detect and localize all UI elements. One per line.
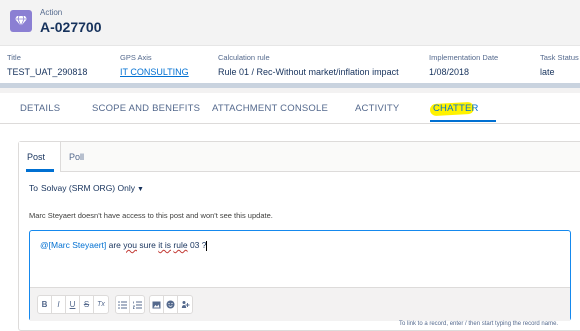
caret-down-icon: ▼ — [136, 186, 144, 193]
strikethrough-button[interactable]: S — [80, 296, 94, 313]
field-label: Title — [7, 53, 21, 62]
field-value: late — [540, 67, 555, 77]
bulleted-list-icon[interactable] — [116, 296, 130, 313]
record-tabs: DETAILS SCOPE AND BENEFITS ATTACHMENT CO… — [0, 93, 580, 123]
post-text: 03 ? — [187, 240, 207, 250]
audience-selector[interactable]: To Solvay (SRM ORG) Only ▼ — [29, 183, 144, 193]
misspelled-word: you — [123, 240, 137, 250]
access-warning: Marc Steyaert doesn't have access to thi… — [29, 211, 273, 220]
field-title: Title TEST_UAT_290818 — [7, 53, 87, 77]
highlights-panel: Title TEST_UAT_290818 GPS Axis IT CONSUL… — [0, 46, 580, 88]
emoji-icon[interactable] — [164, 296, 178, 313]
field-label: Task Status — [540, 53, 579, 62]
field-gps-axis: GPS Axis IT CONSULTING — [120, 53, 189, 77]
tab-scope-and-benefits[interactable]: SCOPE AND BENEFITS — [92, 103, 200, 114]
tab-chatter[interactable]: CHATTER — [433, 103, 479, 114]
italic-button[interactable]: I — [52, 296, 66, 313]
to-label: To — [29, 183, 38, 193]
publisher-tabs: Post Poll — [19, 142, 580, 172]
remove-formatting-button[interactable]: Tx — [94, 296, 108, 313]
tab-activity[interactable]: ACTIVITY — [355, 103, 399, 114]
misspelled-word: rule — [173, 240, 188, 250]
underline-button[interactable]: U — [66, 296, 80, 313]
list-group — [115, 295, 145, 314]
insert-group — [149, 295, 193, 314]
field-calculation-rule: Calculation rule Rule 01 / Rec-Without m… — [218, 53, 399, 77]
attachment-icon[interactable] — [178, 296, 192, 313]
field-label: GPS Axis — [120, 53, 152, 62]
chatter-publisher: Post Poll To Solvay (SRM ORG) Only ▼ Marc … — [18, 141, 580, 331]
post-body[interactable]: @[Marc Steyaert] are you sure it is rule… — [40, 240, 208, 251]
image-icon[interactable] — [150, 296, 164, 313]
tab-attachment-console[interactable]: ATTACHMENT CONSOLE — [212, 103, 328, 114]
record-name: A-027700 — [40, 19, 102, 35]
tab-post[interactable]: Post — [27, 152, 45, 162]
audience-value: Solvay (SRM ORG) Only — [40, 183, 135, 193]
tab-details[interactable]: DETAILS — [20, 103, 60, 114]
active-tab-indicator — [430, 120, 496, 122]
active-tab-indicator — [26, 169, 54, 172]
post-text: are — [106, 240, 124, 250]
field-value: 1/08/2018 — [429, 67, 470, 77]
gps-axis-link[interactable]: IT CONSULTING — [120, 67, 189, 77]
tab-poll[interactable]: Poll — [69, 152, 84, 162]
mention[interactable]: @[Marc Steyaert] — [40, 240, 106, 250]
bold-button[interactable]: B — [38, 296, 52, 313]
numbered-list-icon[interactable] — [130, 296, 144, 313]
field-label: Implementation Date — [429, 53, 499, 62]
post-editor[interactable]: @[Marc Steyaert] are you sure it is rule… — [29, 230, 571, 321]
post-text: sure — [137, 240, 159, 250]
text-cursor — [206, 240, 208, 251]
format-group: B I U S Tx — [37, 295, 109, 314]
record-type: Action — [40, 8, 63, 17]
field-label: Calculation rule — [218, 53, 270, 62]
field-implementation-date: Implementation Date 1/08/2018 — [429, 53, 498, 77]
link-hint: To link to a record, enter / then start … — [399, 321, 559, 327]
field-value: Rule 01 / Rec-Without market/inflation i… — [218, 67, 399, 77]
field-value: TEST_UAT_290818 — [7, 67, 88, 77]
misspelled-word: it is — [158, 240, 172, 250]
rich-text-toolbar: B I U S Tx — [30, 287, 570, 321]
field-task-status: Task Status late — [540, 53, 579, 77]
diamond-icon — [10, 10, 32, 32]
record-header: Action A-027700 — [0, 0, 580, 46]
